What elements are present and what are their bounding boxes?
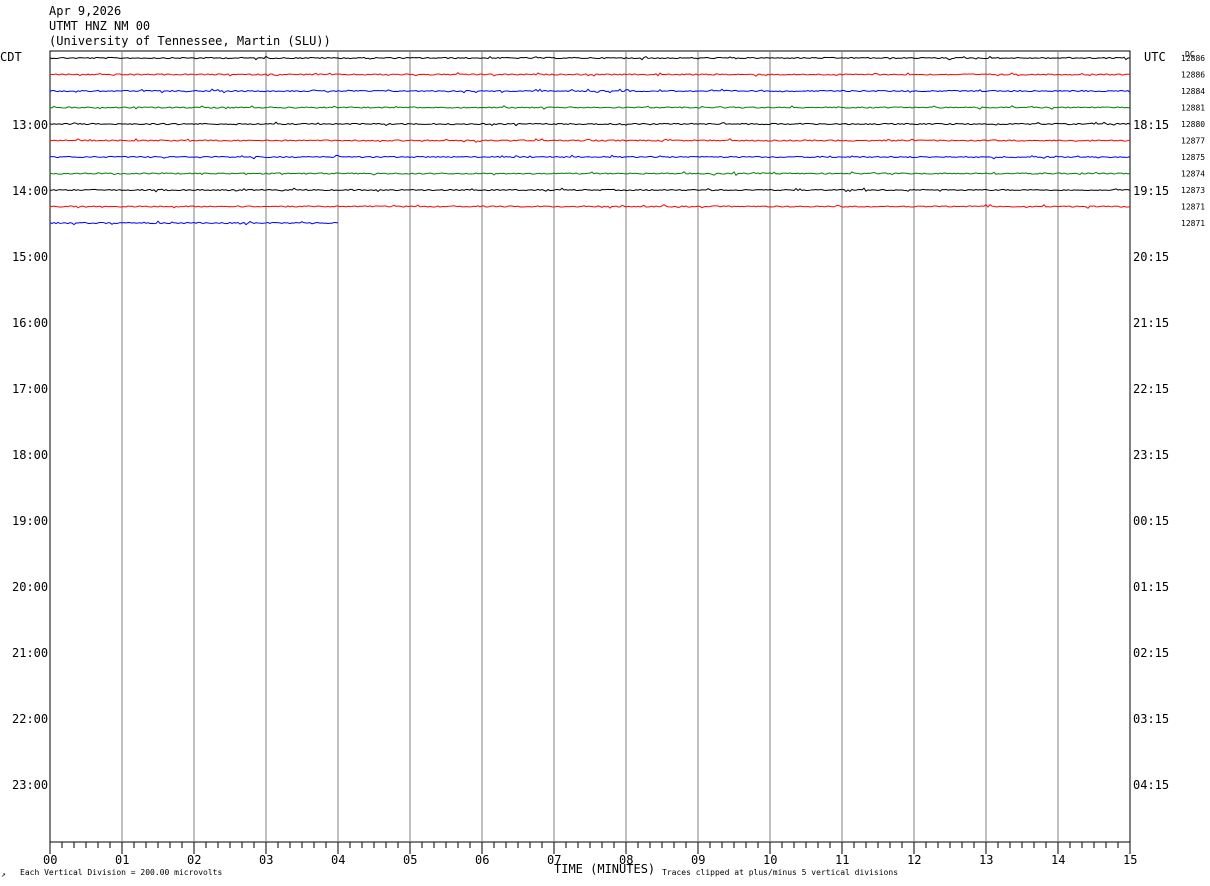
x-tick-label: 15 bbox=[1123, 853, 1137, 867]
utc-hour-label: 01:15 bbox=[1133, 580, 1169, 594]
cdt-hour-label: 17:00 bbox=[12, 382, 48, 396]
utc-hour-label: 22:15 bbox=[1133, 382, 1169, 396]
clip-note: Traces clipped at plus/minus 5 vertical … bbox=[662, 868, 898, 877]
utc-axis-label: UTC bbox=[1144, 50, 1166, 64]
dc-value: 12874 bbox=[1181, 170, 1205, 179]
dc-value: 12871 bbox=[1181, 219, 1205, 228]
utc-hour-label: 18:15 bbox=[1133, 118, 1169, 132]
dc-value: 12875 bbox=[1181, 153, 1205, 162]
x-tick-label: 09 bbox=[691, 853, 705, 867]
utc-hour-label: 19:15 bbox=[1133, 184, 1169, 198]
utc-hour-label: 20:15 bbox=[1133, 250, 1169, 264]
dc-value: 12886 bbox=[1181, 71, 1205, 80]
dc-value: 12873 bbox=[1181, 186, 1205, 195]
cdt-axis-label: CDT bbox=[0, 50, 22, 64]
cdt-hour-label: 23:00 bbox=[12, 778, 48, 792]
cdt-hour-label: 22:00 bbox=[12, 712, 48, 726]
x-tick-label: 06 bbox=[475, 853, 489, 867]
plot-frame bbox=[49, 50, 1131, 843]
utc-hour-label: 03:15 bbox=[1133, 712, 1169, 726]
x-tick-label: 14 bbox=[1051, 853, 1065, 867]
corner-mark-icon: ↗ bbox=[1, 870, 6, 879]
x-tick-label: 10 bbox=[763, 853, 777, 867]
dc-value: 12880 bbox=[1181, 120, 1205, 129]
x-tick-label: 05 bbox=[403, 853, 417, 867]
cdt-hour-label: 14:00 bbox=[12, 184, 48, 198]
x-tick-label: 04 bbox=[331, 853, 345, 867]
x-tick-label: 12 bbox=[907, 853, 921, 867]
cdt-hour-label: 20:00 bbox=[12, 580, 48, 594]
cdt-hour-label: 21:00 bbox=[12, 646, 48, 660]
dc-value: 12881 bbox=[1181, 104, 1205, 113]
cdt-hour-label: 16:00 bbox=[12, 316, 48, 330]
utc-hour-label: 00:15 bbox=[1133, 514, 1169, 528]
scale-note: Each Vertical Division = 200.00 microvol… bbox=[20, 868, 222, 877]
cdt-hour-label: 15:00 bbox=[12, 250, 48, 264]
helicorder-plot: 00 01 02 03 04 05 06 07 08 09 10 11 12 13 14 1513:0014:… bbox=[0, 50, 1205, 879]
x-tick-label: 13 bbox=[979, 853, 993, 867]
dc-value: 12877 bbox=[1181, 137, 1205, 146]
utc-hour-label: 23:15 bbox=[1133, 448, 1169, 462]
utc-hour-label: 21:15 bbox=[1133, 316, 1169, 330]
utc-hour-label: 02:15 bbox=[1133, 646, 1169, 660]
x-tick-label: 11 bbox=[835, 853, 849, 867]
dc-column-label: DC bbox=[1185, 50, 1195, 59]
cdt-hour-label: 13:00 bbox=[12, 118, 48, 132]
x-tick-label: 00 bbox=[43, 853, 57, 867]
x-tick-label: 02 bbox=[187, 853, 201, 867]
x-tick-label: 03 bbox=[259, 853, 273, 867]
dc-value: 12871 bbox=[1181, 203, 1205, 212]
cdt-hour-label: 19:00 bbox=[12, 514, 48, 528]
utc-hour-label: 04:15 bbox=[1133, 778, 1169, 792]
x-tick-label: 01 bbox=[115, 853, 129, 867]
x-axis-title: TIME (MINUTES) bbox=[554, 862, 655, 876]
dc-value: 12884 bbox=[1181, 87, 1205, 96]
cdt-hour-label: 18:00 bbox=[12, 448, 48, 462]
